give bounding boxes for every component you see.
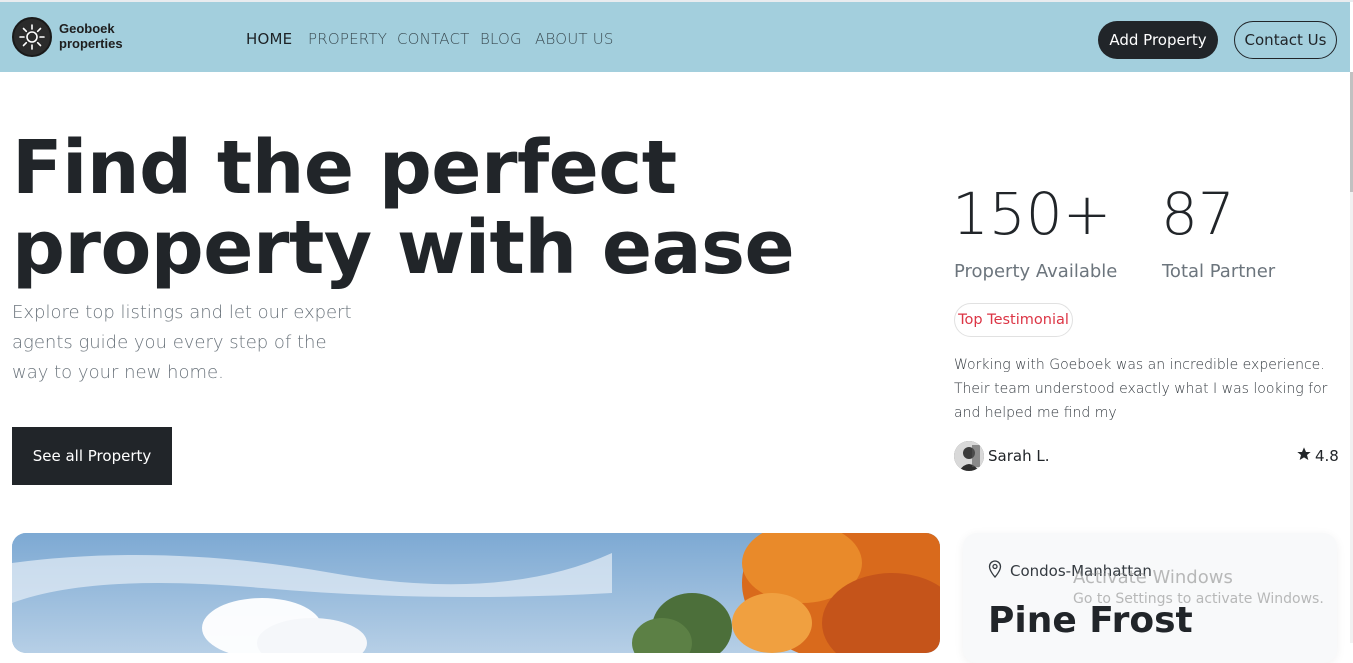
top-testimonial-badge: Top Testimonial xyxy=(954,303,1073,337)
hero-title: Find the perfect property with ease xyxy=(12,125,795,291)
activate-windows-title: Activate Windows xyxy=(1073,567,1233,588)
stat-properties-label: Property Available xyxy=(954,261,1118,282)
activate-windows-subtitle: Go to Settings to activate Windows. xyxy=(1073,591,1324,607)
contact-us-button[interactable]: Contact Us xyxy=(1234,21,1337,59)
nav-about-us[interactable]: ABOUT US xyxy=(535,30,614,48)
stat-partners-label: Total Partner xyxy=(1162,261,1276,282)
hero-title-line2: property with ease xyxy=(12,205,795,291)
testimonial-author: Sarah L. xyxy=(988,447,1050,465)
sun-logo-icon[interactable] xyxy=(12,17,52,57)
brand-line1: Geoboek xyxy=(59,21,115,36)
brand-line2: properties xyxy=(59,36,123,51)
nav-property[interactable]: PROPERTY xyxy=(308,30,387,48)
brand-name[interactable]: Geoboek properties xyxy=(59,21,123,51)
stat-properties-value: 150+ xyxy=(952,180,1112,248)
hero-subtitle: Explore top listings and let our expert … xyxy=(12,302,352,383)
nav-contact[interactable]: CONTACT xyxy=(397,30,470,48)
hero-title-line1: Find the perfect xyxy=(12,125,677,211)
star-icon xyxy=(1296,446,1312,466)
testimonial-text: Working with Goeboek was an incredible e… xyxy=(954,357,1328,421)
add-property-button[interactable]: Add Property xyxy=(1098,21,1218,59)
rating: 4.8 xyxy=(1296,446,1339,466)
nav-blog[interactable]: BLOG xyxy=(480,30,522,48)
see-all-property-button[interactable]: See all Property xyxy=(12,427,172,485)
location-pin-icon xyxy=(988,560,1002,582)
featured-property-photo[interactable] xyxy=(12,533,940,653)
avatar xyxy=(954,441,984,471)
stat-partners-value: 87 xyxy=(1161,180,1235,248)
navbar: Geoboek properties HOME PROPERTY CONTACT… xyxy=(0,2,1350,72)
nav-home[interactable]: HOME xyxy=(246,30,292,48)
rating-value: 4.8 xyxy=(1315,447,1339,465)
